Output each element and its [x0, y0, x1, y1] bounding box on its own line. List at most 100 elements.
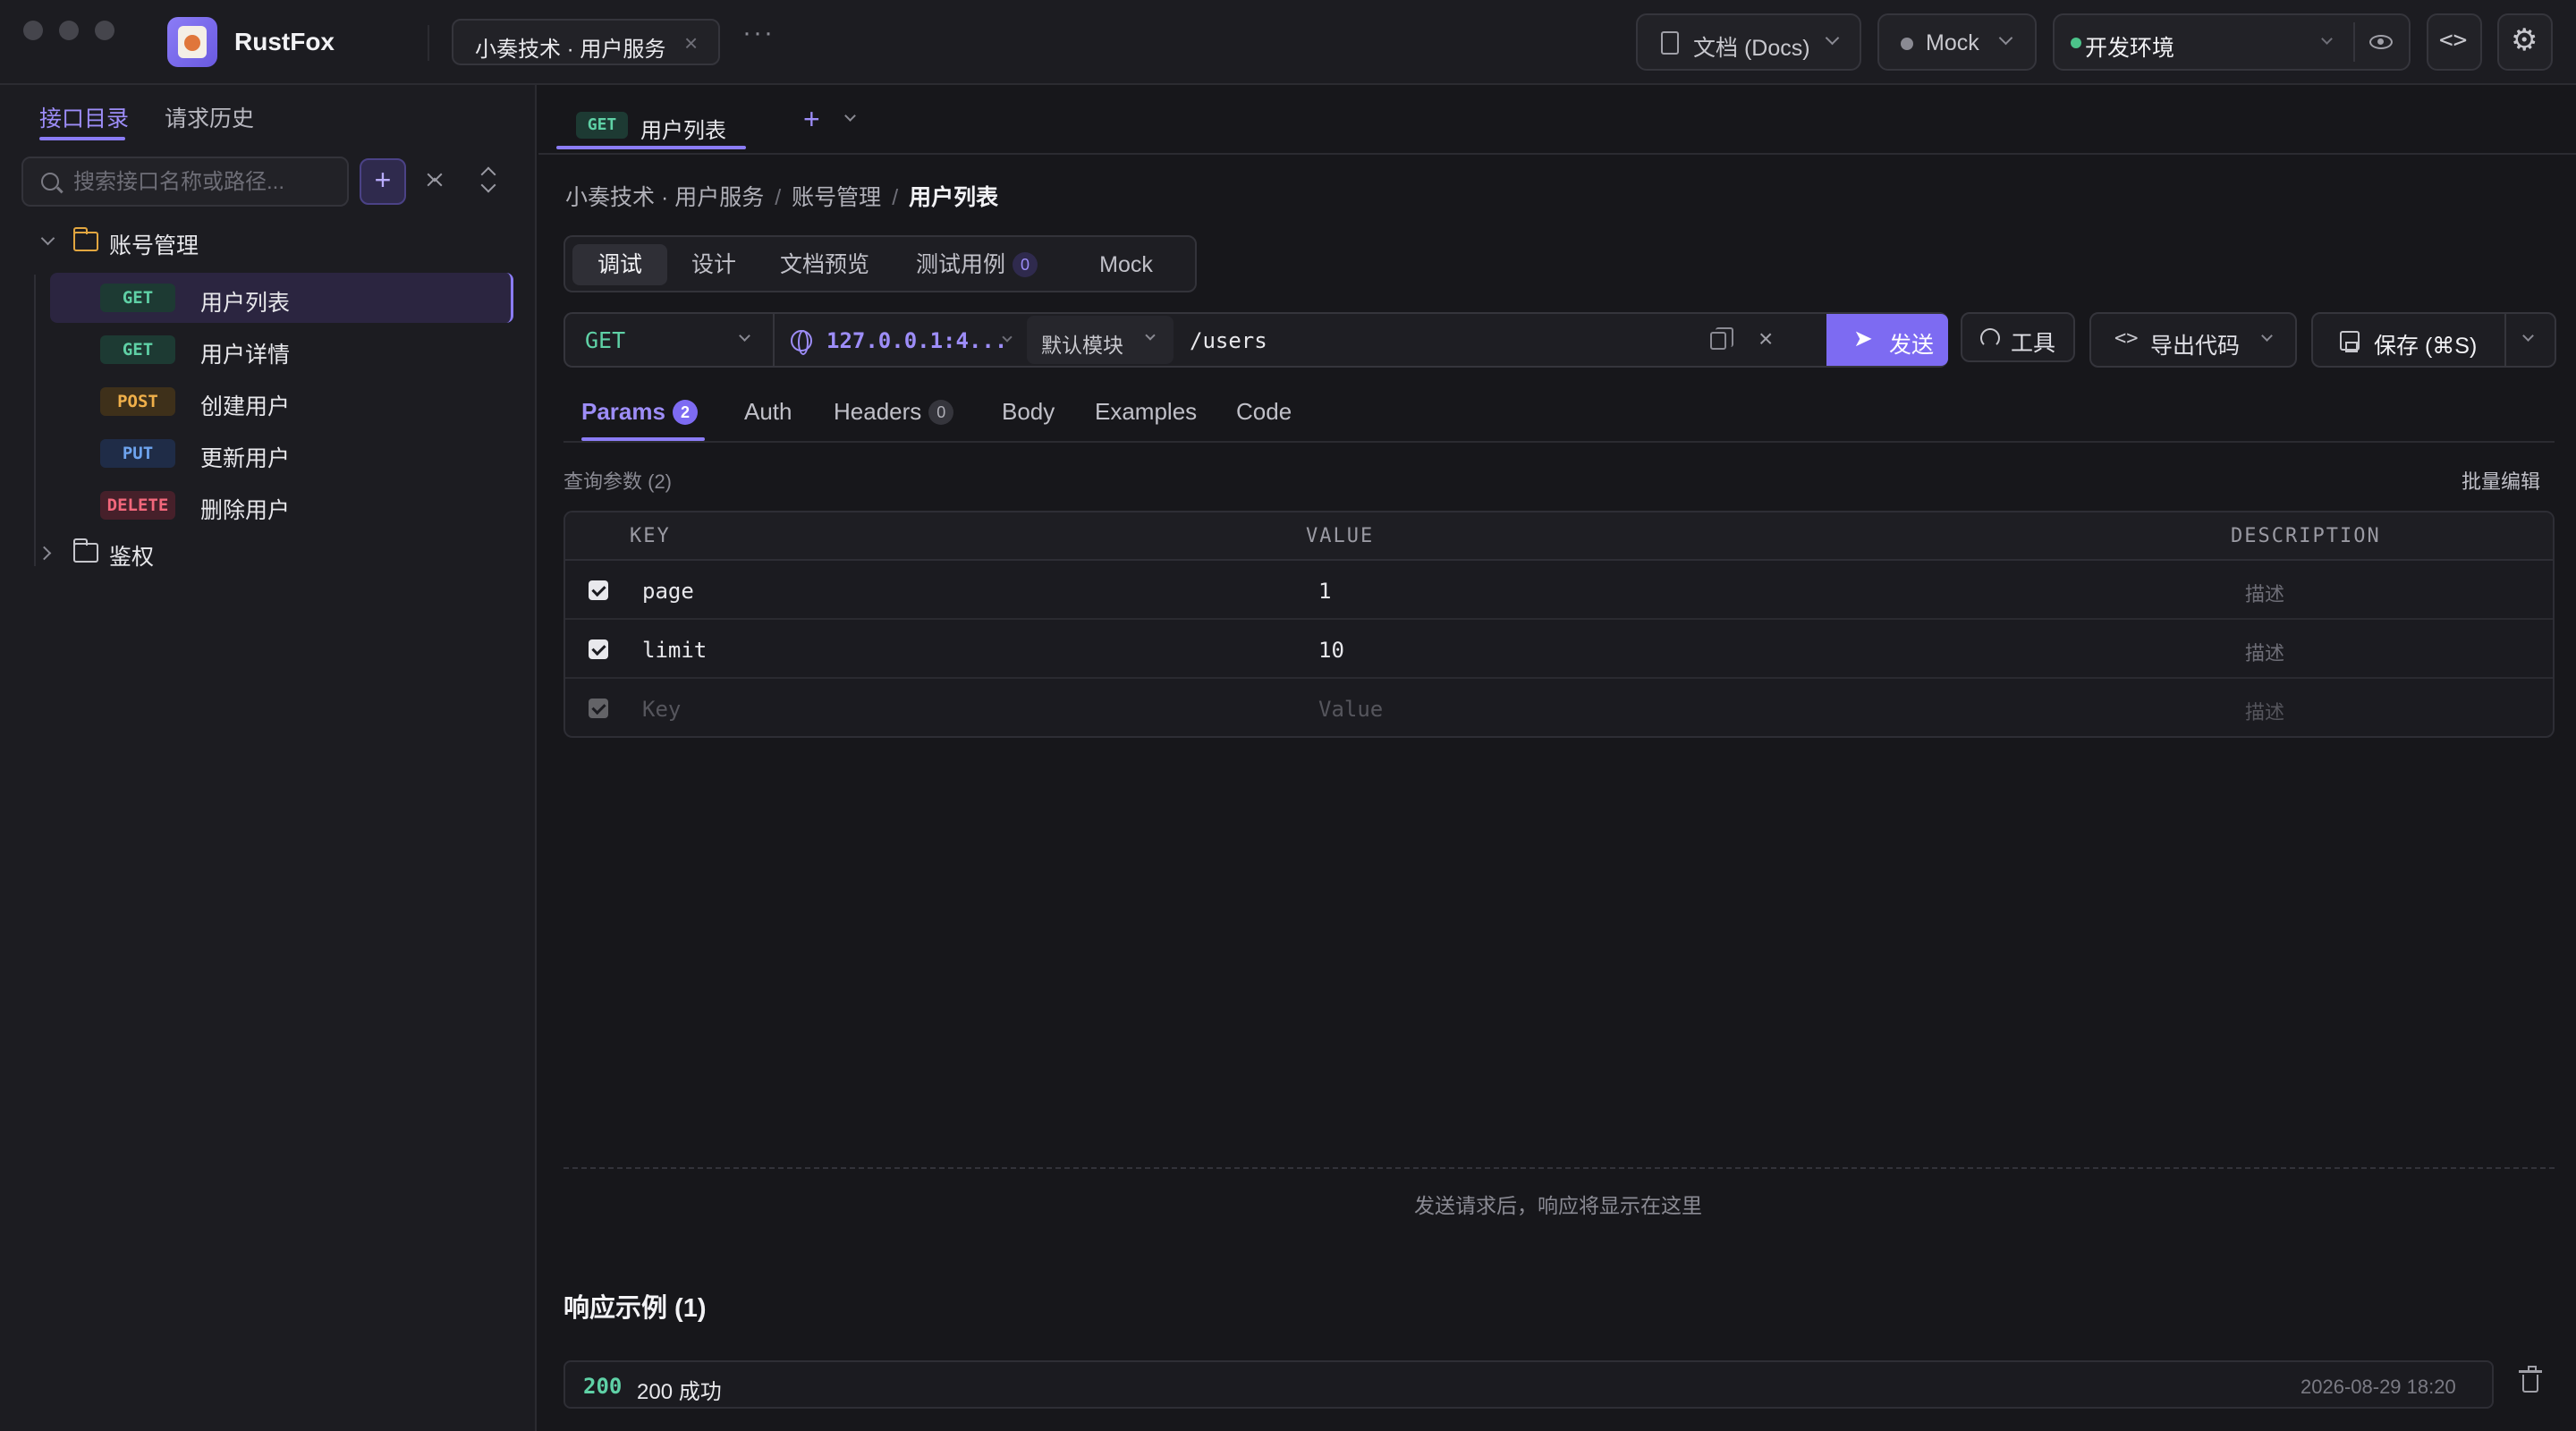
module-select[interactable]: 默认模块	[1027, 316, 1174, 364]
description-input[interactable]: 描述	[2245, 697, 2284, 725]
tools-label: 工具	[2011, 331, 2056, 356]
method-select[interactable]: GET	[565, 314, 775, 366]
sidebar-item-user-detail[interactable]: GET 用户详情	[50, 325, 513, 375]
count-badge: 0	[1013, 252, 1038, 277]
tab-doc-preview[interactable]: 文档预览	[762, 244, 887, 285]
response-examples-title: 响应示例 (1)	[564, 1294, 707, 1323]
key-input[interactable]: Key	[642, 697, 681, 722]
environment-selector[interactable]: 开发环境	[2053, 13, 2411, 71]
window-zoom-button[interactable]	[95, 21, 114, 40]
tab-menu-chevron-icon[interactable]	[844, 110, 856, 122]
tab-mock[interactable]: Mock	[1068, 244, 1184, 285]
environment-label: 开发环境	[2085, 36, 2175, 61]
search-input[interactable]	[73, 167, 333, 198]
method-badge: GET	[100, 335, 175, 364]
param-value[interactable]: 10	[1318, 638, 1344, 663]
tab-api-directory[interactable]: 接口目录	[39, 101, 129, 133]
tab-headers[interactable]: Headers 0	[834, 398, 954, 426]
tab-label: 测试用例	[915, 252, 1005, 277]
tab-test-cases[interactable]: 测试用例 0	[900, 244, 1054, 285]
breadcrumb-current: 用户列表	[909, 185, 999, 210]
response-empty-hint: 发送请求后，响应将显示在这里	[1414, 1194, 1702, 1217]
divider	[428, 25, 429, 61]
eye-icon[interactable]	[2369, 35, 2393, 49]
folder-icon	[73, 538, 98, 563]
tools-button[interactable]: 工具	[1961, 312, 2075, 362]
chevron-down-icon[interactable]	[40, 231, 55, 246]
param-description[interactable]: 描述	[2245, 638, 2284, 666]
tab-user-list[interactable]: GET 用户列表	[556, 96, 764, 149]
settings-button[interactable]: ⚙	[2497, 13, 2553, 71]
tab-auth[interactable]: Auth	[744, 398, 792, 426]
search-box[interactable]	[21, 157, 349, 207]
folder-account-management[interactable]: 账号管理	[36, 223, 519, 266]
request-section-tabs: Params 2 Auth Headers 0 Body Examples Code	[564, 389, 2555, 443]
tab-examples[interactable]: Examples	[1095, 398, 1197, 426]
save-icon[interactable]	[2340, 331, 2360, 352]
base-url[interactable]: 127.0.0.1:4...	[826, 328, 1007, 353]
send-button[interactable]: ➤ 发送	[1826, 314, 1948, 366]
save-label[interactable]: 保存 (⌘S)	[2374, 328, 2477, 360]
row-enabled-checkbox[interactable]	[589, 699, 608, 718]
project-tab[interactable]: 小奏技术 · 用户服务 ×	[452, 19, 720, 65]
mock-dropdown[interactable]: Mock	[1877, 13, 2037, 71]
param-key[interactable]: page	[642, 579, 694, 604]
document-icon	[1661, 31, 1679, 55]
sidebar-item-update-user[interactable]: PUT 更新用户	[50, 428, 513, 478]
status-code: 200	[583, 1374, 623, 1399]
value-input[interactable]: Value	[1318, 697, 1383, 722]
response-example-item[interactable]: 200 200 成功 2026-08-29 18:20	[564, 1360, 2494, 1409]
count-badge: 2	[672, 400, 698, 425]
document-tab-bar: GET 用户列表 +	[538, 85, 2576, 155]
trash-icon[interactable]	[2519, 1366, 2542, 1393]
breadcrumb-item[interactable]: 小奏技术 · 用户服务	[565, 185, 764, 210]
more-icon[interactable]: ···	[742, 18, 775, 48]
copy-icon[interactable]	[1710, 327, 1733, 350]
code-view-button[interactable]: <>	[2427, 13, 2482, 71]
collapse-all-icon[interactable]	[422, 169, 447, 194]
project-tab-label: 小奏技术 · 用户服务	[475, 38, 666, 62]
tab-design[interactable]: 设计	[673, 244, 755, 285]
export-code-button[interactable]: <> 导出代码	[2089, 312, 2297, 368]
row-enabled-checkbox[interactable]	[589, 639, 608, 659]
tab-debug[interactable]: 调试	[572, 244, 667, 285]
module-label: 默认模块	[1041, 334, 1123, 357]
sidebar-item-create-user[interactable]: POST 创建用户	[50, 377, 513, 427]
param-key[interactable]: limit	[642, 638, 707, 663]
table-row-new: Key Value 描述	[565, 679, 2553, 736]
param-value[interactable]: 1	[1318, 579, 1331, 604]
tab-request-history[interactable]: 请求历史	[165, 101, 254, 133]
chevron-right-icon[interactable]	[37, 546, 52, 561]
param-description[interactable]: 描述	[2245, 579, 2284, 607]
window-close-button[interactable]	[23, 21, 43, 40]
sidebar-item-delete-user[interactable]: DELETE 删除用户	[50, 480, 513, 530]
bulk-edit-link[interactable]: 批量编辑	[2462, 466, 2540, 495]
breadcrumb: 小奏技术 · 用户服务 / 账号管理 / 用户列表	[565, 185, 999, 210]
sidebar: 接口目录 请求历史 + 账号管理 GET 用户列表 GET 用户详情 POST …	[0, 85, 537, 1431]
sidebar-item-label: 用户列表	[200, 291, 291, 316]
new-tab-plus-icon[interactable]: +	[803, 103, 820, 136]
tab-body[interactable]: Body	[1002, 398, 1055, 426]
add-api-button[interactable]: +	[360, 158, 406, 205]
chevron-down-icon	[2261, 330, 2273, 342]
tab-params[interactable]: Params 2	[581, 398, 698, 426]
close-icon[interactable]: ×	[1758, 325, 1773, 353]
expand-all-icon[interactable]	[476, 169, 501, 194]
search-icon	[41, 173, 59, 191]
save-options-chevron-icon[interactable]	[2522, 330, 2534, 342]
title-bar: RustFox 小奏技术 · 用户服务 × ··· 文档 (Docs) Mock…	[0, 0, 2576, 85]
url-path-input[interactable]: /users	[1190, 328, 1267, 353]
method-badge: DELETE	[100, 491, 175, 520]
breadcrumb-item[interactable]: 账号管理	[792, 185, 881, 210]
window-minimize-button[interactable]	[59, 21, 79, 40]
docs-dropdown[interactable]: 文档 (Docs)	[1636, 13, 1861, 71]
gauge-icon	[1980, 328, 2000, 348]
row-enabled-checkbox[interactable]	[589, 580, 608, 600]
code-icon: <>	[2439, 27, 2468, 54]
folder-auth[interactable]: 鉴权	[36, 534, 519, 577]
sidebar-item-user-list[interactable]: GET 用户列表	[50, 273, 513, 323]
params-table: KEY VALUE DESCRIPTION page 1 描述 limit 10…	[564, 511, 2555, 738]
close-icon[interactable]: ×	[684, 30, 698, 57]
gear-icon: ⚙	[2511, 23, 2538, 57]
tab-code[interactable]: Code	[1236, 398, 1292, 426]
